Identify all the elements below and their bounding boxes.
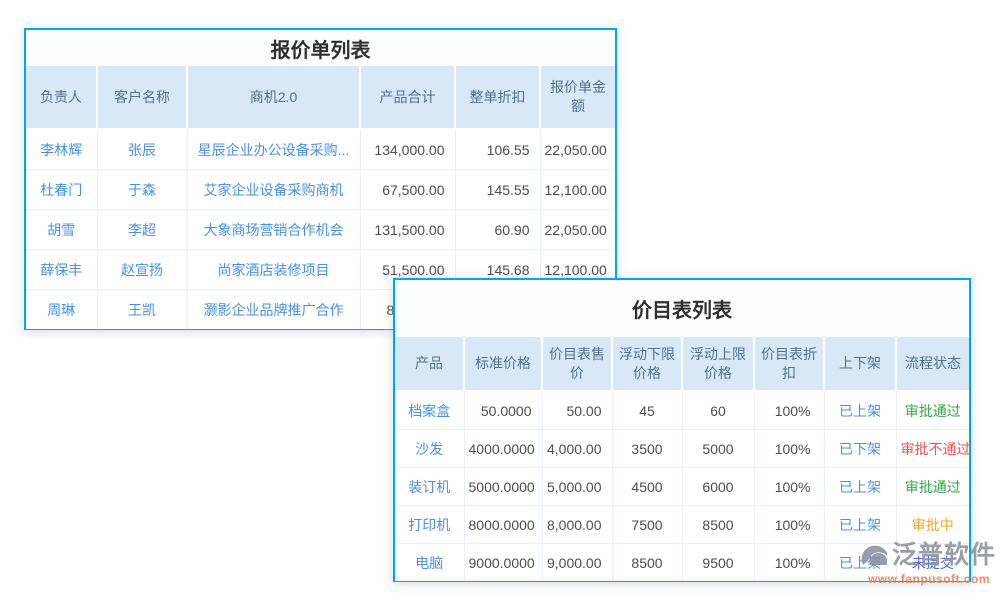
ceiling-price-value: 6000 bbox=[682, 468, 754, 506]
col-header-standard-price: 标准价格 bbox=[464, 337, 542, 391]
product-link[interactable]: 电脑 bbox=[395, 544, 464, 582]
col-header-product-total: 产品合计 bbox=[360, 66, 455, 129]
list-discount-value: 100% bbox=[754, 391, 824, 430]
customer-link[interactable]: 王凯 bbox=[97, 290, 187, 330]
shelf-state-link[interactable]: 已上架 bbox=[824, 391, 896, 430]
list-price-value: 8,000.00 bbox=[542, 506, 612, 544]
list-discount-value: 100% bbox=[754, 544, 824, 582]
opportunity-link[interactable]: 尚家酒店装修项目 bbox=[187, 250, 360, 290]
quote-amount-value: 12,100.00 bbox=[540, 170, 615, 210]
opportunity-link[interactable]: 艾家企业设备采购商机 bbox=[187, 170, 360, 210]
quotation-list-title: 报价单列表 bbox=[26, 30, 615, 66]
flow-status-badge: 未提交 bbox=[896, 544, 969, 582]
standard-price-value: 8000.0000 bbox=[464, 506, 542, 544]
col-header-order-discount: 整单折扣 bbox=[455, 66, 540, 129]
list-price-value: 4,000.00 bbox=[542, 430, 612, 468]
price-list-title: 价目表列表 bbox=[395, 280, 969, 337]
quotation-row: 胡雪 李超 大象商场营销合作机会 131,500.00 60.90 22,050… bbox=[26, 210, 615, 250]
quote-amount-value: 22,050.00 bbox=[540, 129, 615, 170]
product-total-value: 131,500.00 bbox=[360, 210, 455, 250]
col-header-list-price: 价目表售价 bbox=[542, 337, 612, 391]
list-price-value: 5,000.00 bbox=[542, 468, 612, 506]
customer-link[interactable]: 张辰 bbox=[97, 129, 187, 170]
ceiling-price-value: 8500 bbox=[682, 506, 754, 544]
price-header-row: 产品 标准价格 价目表售价 浮动下限价格 浮动上限价格 价目表折扣 上下架 流程… bbox=[395, 337, 969, 391]
product-link[interactable]: 档案盒 bbox=[395, 391, 464, 430]
owner-link[interactable]: 李林辉 bbox=[26, 129, 97, 170]
floor-price-value: 3500 bbox=[612, 430, 682, 468]
customer-link[interactable]: 于森 bbox=[97, 170, 187, 210]
col-header-floor-price: 浮动下限价格 bbox=[612, 337, 682, 391]
product-link[interactable]: 装订机 bbox=[395, 468, 464, 506]
col-header-opportunity: 商机2.0 bbox=[187, 66, 360, 129]
standard-price-value: 4000.0000 bbox=[464, 430, 542, 468]
customer-link[interactable]: 李超 bbox=[97, 210, 187, 250]
ceiling-price-value: 60 bbox=[682, 391, 754, 430]
floor-price-value: 45 bbox=[612, 391, 682, 430]
product-link[interactable]: 打印机 bbox=[395, 506, 464, 544]
col-header-ceiling-price: 浮动上限价格 bbox=[682, 337, 754, 391]
opportunity-link[interactable]: 星辰企业办公设备采购... bbox=[187, 129, 360, 170]
shelf-state-link[interactable]: 已上架 bbox=[824, 544, 896, 582]
floor-price-value: 7500 bbox=[612, 506, 682, 544]
ceiling-price-value: 9500 bbox=[682, 544, 754, 582]
owner-link[interactable]: 杜春门 bbox=[26, 170, 97, 210]
col-header-list-discount: 价目表折扣 bbox=[754, 337, 824, 391]
col-header-customer: 客户名称 bbox=[97, 66, 187, 129]
col-header-flow-status: 流程状态 bbox=[896, 337, 969, 391]
col-header-owner: 负责人 bbox=[26, 66, 97, 129]
col-header-quote-amount: 报价单金额 bbox=[540, 66, 615, 129]
list-discount-value: 100% bbox=[754, 506, 824, 544]
price-row: 档案盒 50.0000 50.00 45 60 100% 已上架 审批通过 bbox=[395, 391, 969, 430]
standard-price-value: 50.0000 bbox=[464, 391, 542, 430]
col-header-product: 产品 bbox=[395, 337, 464, 391]
list-discount-value: 100% bbox=[754, 468, 824, 506]
shelf-state-link[interactable]: 已下架 bbox=[824, 430, 896, 468]
flow-status-badge: 审批不通过 bbox=[896, 430, 969, 468]
price-row: 装订机 5000.0000 5,000.00 4500 6000 100% 已上… bbox=[395, 468, 969, 506]
product-total-value: 67,500.00 bbox=[360, 170, 455, 210]
flow-status-badge: 审批通过 bbox=[896, 391, 969, 430]
ceiling-price-value: 5000 bbox=[682, 430, 754, 468]
order-discount-value: 60.90 bbox=[455, 210, 540, 250]
owner-link[interactable]: 周琳 bbox=[26, 290, 97, 330]
opportunity-link[interactable]: 灏影企业品牌推广合作 bbox=[187, 290, 360, 330]
col-header-shelf-state: 上下架 bbox=[824, 337, 896, 391]
order-discount-value: 106.55 bbox=[455, 129, 540, 170]
price-row: 打印机 8000.0000 8,000.00 7500 8500 100% 已上… bbox=[395, 506, 969, 544]
owner-link[interactable]: 胡雪 bbox=[26, 210, 97, 250]
quotation-row: 杜春门 于森 艾家企业设备采购商机 67,500.00 145.55 12,10… bbox=[26, 170, 615, 210]
product-total-value: 134,000.00 bbox=[360, 129, 455, 170]
customer-link[interactable]: 赵宣扬 bbox=[97, 250, 187, 290]
quote-amount-value: 22,050.00 bbox=[540, 210, 615, 250]
owner-link[interactable]: 薛保丰 bbox=[26, 250, 97, 290]
order-discount-value: 145.55 bbox=[455, 170, 540, 210]
shelf-state-link[interactable]: 已上架 bbox=[824, 506, 896, 544]
quotation-header-row: 负责人 客户名称 商机2.0 产品合计 整单折扣 报价单金额 bbox=[26, 66, 615, 129]
standard-price-value: 9000.0000 bbox=[464, 544, 542, 582]
flow-status-badge: 审批中 bbox=[896, 506, 969, 544]
price-row: 电脑 9000.0000 9,000.00 8500 9500 100% 已上架… bbox=[395, 544, 969, 582]
product-link[interactable]: 沙发 bbox=[395, 430, 464, 468]
standard-price-value: 5000.0000 bbox=[464, 468, 542, 506]
opportunity-link[interactable]: 大象商场营销合作机会 bbox=[187, 210, 360, 250]
list-price-value: 9,000.00 bbox=[542, 544, 612, 582]
price-row: 沙发 4000.0000 4,000.00 3500 5000 100% 已下架… bbox=[395, 430, 969, 468]
price-list-card: 价目表列表 产品 标准价格 价目表售价 浮动下限价格 浮动上限价格 价目表折扣 … bbox=[393, 278, 971, 582]
price-table: 产品 标准价格 价目表售价 浮动下限价格 浮动上限价格 价目表折扣 上下架 流程… bbox=[395, 337, 969, 581]
shelf-state-link[interactable]: 已上架 bbox=[824, 468, 896, 506]
quotation-row: 李林辉 张辰 星辰企业办公设备采购... 134,000.00 106.55 2… bbox=[26, 129, 615, 170]
list-discount-value: 100% bbox=[754, 430, 824, 468]
floor-price-value: 4500 bbox=[612, 468, 682, 506]
list-price-value: 50.00 bbox=[542, 391, 612, 430]
floor-price-value: 8500 bbox=[612, 544, 682, 582]
flow-status-badge: 审批通过 bbox=[896, 468, 969, 506]
